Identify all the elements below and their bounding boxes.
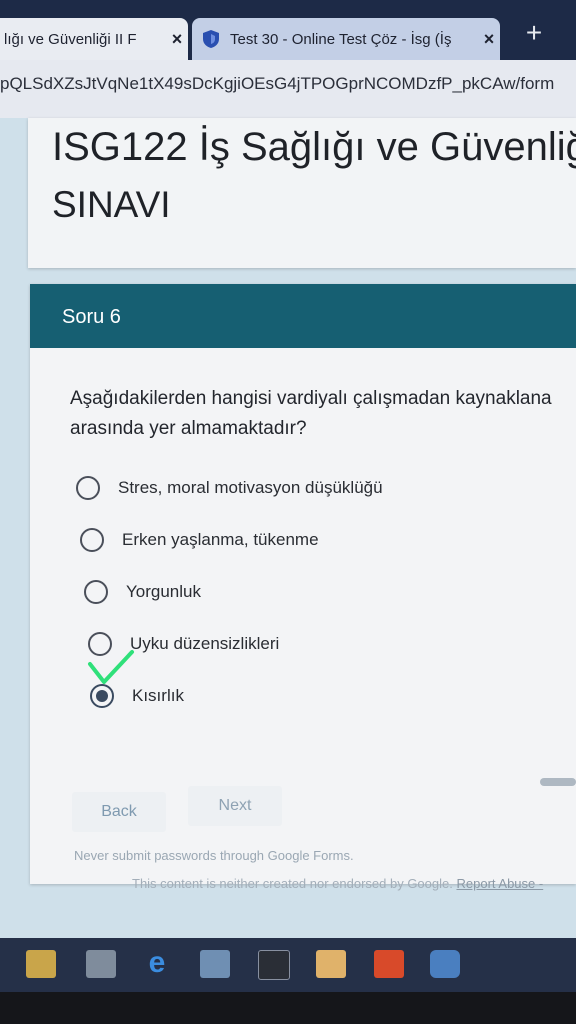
option-label: Erken yaşlanma, tükenme [122,530,319,549]
option-yorgunluk[interactable]: Yorgunluk [84,576,201,608]
question-line-1: Aşağıdakilerden hangisi vardiyalı çalışm… [70,388,552,409]
edge-icon[interactable]: e [142,948,172,978]
mail-icon[interactable] [200,950,230,978]
footer-disclaimer: This content is neither created nor endo… [132,876,543,891]
disclaimer-text: This content is neither created nor endo… [132,876,453,891]
form-page: ISG122 İş Sağlığı ve Güvenliğ SINAVI Sor… [0,118,576,938]
terminal-icon[interactable] [258,950,290,980]
app-icon[interactable] [316,950,346,978]
close-icon[interactable]: × [478,29,500,50]
footer-warning: Never submit passwords through Google Fo… [74,848,354,863]
radio-button[interactable] [84,580,108,604]
store-icon[interactable] [86,950,116,978]
section-title: Soru 6 [62,306,121,328]
url-text[interactable]: pQLSdXZsJtVqNe1tX49sDcKgjiOEsG4jTPOGprNC… [0,74,554,94]
form-title-line-2: SINAVI [52,184,171,225]
option-stres[interactable]: Stres, moral motivasyon düşüklüğü [76,472,383,504]
file-explorer-icon[interactable] [26,950,56,978]
option-erken-yaslanma[interactable]: Erken yaşlanma, tükenme [80,524,319,556]
address-bar[interactable]: pQLSdXZsJtVqNe1tX49sDcKgjiOEsG4jTPOGprNC… [0,60,576,119]
form-title-line-1: ISG122 İş Sağlığı ve Güvenliğ [52,125,576,169]
radio-button[interactable] [76,476,100,500]
taskbar: e [0,938,576,992]
next-button-label: Next [218,797,252,814]
form-title-card: ISG122 İş Sağlığı ve Güvenliğ SINAVI [28,118,576,268]
tab-title: lığı ve Güvenliği II F [4,30,137,48]
form-title: ISG122 İş Sağlığı ve Güvenliğ SINAVI [52,118,576,234]
question-line-2: arasında yer almamaktadır? [70,418,307,439]
tab-title: Test 30 - Online Test Çöz - İsg (İş [230,30,452,48]
option-label: Uyku düzensizlikleri [130,634,280,653]
laptop-bezel [0,992,576,1024]
option-label: Stres, moral motivasyon düşüklüğü [118,478,383,497]
report-abuse-link[interactable]: Report Abuse - [456,876,543,891]
close-icon[interactable]: × [166,29,188,50]
tab-forms[interactable]: lığı ve Güvenliği II F × [0,18,188,60]
option-label: Yorgunluk [126,582,201,601]
section-header: Soru 6 [30,284,576,348]
radio-button[interactable] [80,528,104,552]
office-icon[interactable] [374,950,404,978]
next-button[interactable]: Next [188,786,282,826]
progress-bar [540,778,576,786]
question-text: Aşağıdakilerden hangisi vardiyalı çalışm… [70,384,576,444]
new-tab-button[interactable]: + [516,16,552,52]
shield-icon [203,30,219,48]
back-button[interactable]: Back [72,792,166,832]
chat-icon[interactable] [430,950,460,978]
checkmark-icon [88,650,134,684]
tab-test-30[interactable]: Test 30 - Online Test Çöz - İsg (İş × [192,18,500,60]
option-label: Kısırlık [132,686,184,705]
browser-tab-bar: lığı ve Güvenliği II F × Test 30 - Onlin… [0,0,576,60]
